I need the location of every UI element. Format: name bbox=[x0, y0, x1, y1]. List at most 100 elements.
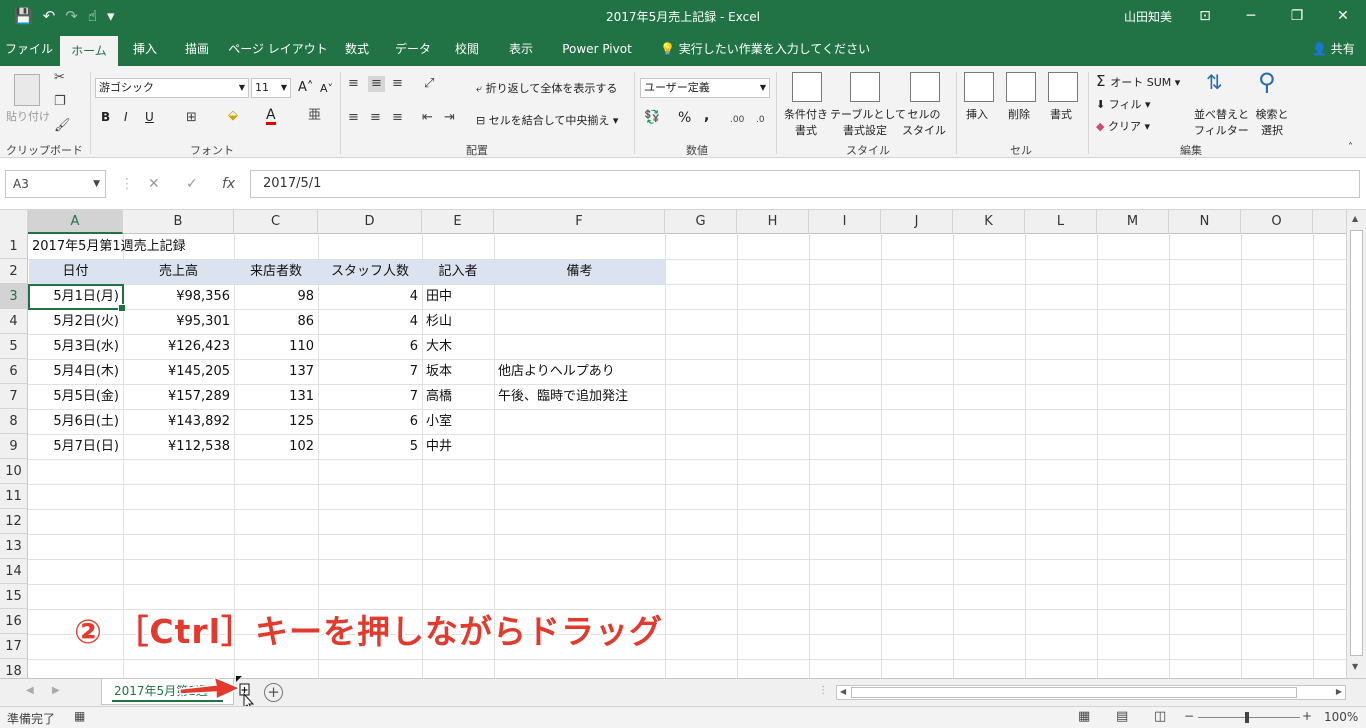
customize-qat-icon[interactable]: ▾ bbox=[107, 6, 115, 26]
minimize-button[interactable]: ─ bbox=[1228, 0, 1274, 32]
magnifier-icon[interactable]: ⚲ bbox=[1258, 68, 1276, 96]
cell-b5[interactable]: ¥126,423 bbox=[123, 334, 234, 359]
cell-c5[interactable]: 110 bbox=[234, 334, 318, 359]
cell-b7[interactable]: ¥157,289 bbox=[123, 384, 234, 409]
cancel-icon[interactable]: ✕ bbox=[148, 176, 160, 192]
cell-c2[interactable]: 来店者数 bbox=[234, 259, 318, 284]
cell-f7[interactable]: 午後、臨時で追加発注 bbox=[494, 384, 665, 409]
percent-button[interactable]: % bbox=[678, 110, 691, 126]
column-header-e[interactable]: E bbox=[422, 210, 494, 234]
insert-function-icon[interactable]: fx bbox=[222, 176, 235, 192]
cell-styles-button[interactable]: セルの スタイル bbox=[898, 106, 950, 138]
row-header-17[interactable]: 17 bbox=[0, 634, 28, 659]
cell-b9[interactable]: ¥112,538 bbox=[123, 434, 234, 459]
delete-cells-icon[interactable] bbox=[1006, 72, 1036, 102]
tab-page-layout[interactable]: ページ レイアウト bbox=[226, 32, 330, 66]
zoom-slider[interactable] bbox=[1198, 717, 1300, 718]
scroll-down-icon[interactable]: ▼ bbox=[1352, 662, 1358, 671]
cell-a2[interactable]: 日付 bbox=[28, 259, 123, 284]
font-size-combo[interactable]: 11 ▼ bbox=[251, 78, 291, 98]
row-header-2[interactable]: 2 bbox=[0, 259, 28, 284]
cell-a9[interactable]: 5月7日(日) bbox=[28, 434, 123, 459]
undo-icon[interactable]: ↶ bbox=[43, 6, 56, 26]
column-header-i[interactable]: I bbox=[809, 210, 881, 234]
share-button[interactable]: 👤 共有 bbox=[1312, 32, 1355, 66]
tab-file[interactable]: ファイル bbox=[0, 32, 58, 66]
font-name-combo[interactable]: 游ゴシック ▼ bbox=[95, 78, 249, 98]
normal-view-icon[interactable]: ▦ bbox=[1078, 709, 1090, 724]
cell-a8[interactable]: 5月6日(土) bbox=[28, 409, 123, 434]
cell-a7[interactable]: 5月5日(金) bbox=[28, 384, 123, 409]
vertical-scroll-thumb[interactable] bbox=[1350, 230, 1363, 656]
cell-b4[interactable]: ¥95,301 bbox=[123, 309, 234, 334]
horizontal-scrollbar[interactable]: ◀ ▶ bbox=[836, 685, 1346, 700]
cell-a6[interactable]: 5月4日(木) bbox=[28, 359, 123, 384]
cell-b8[interactable]: ¥143,892 bbox=[123, 409, 234, 434]
row-header-3[interactable]: 3 bbox=[0, 284, 28, 309]
column-header-k[interactable]: K bbox=[953, 210, 1025, 234]
scroll-up-icon[interactable]: ▲ bbox=[1352, 214, 1358, 223]
cut-icon[interactable]: ✂ bbox=[54, 70, 65, 86]
align-bottom-icon[interactable]: ≡ bbox=[392, 76, 403, 92]
add-sheet-icon[interactable]: + bbox=[264, 683, 283, 702]
formula-input[interactable]: 2017/5/1 bbox=[250, 170, 1360, 198]
row-header-15[interactable]: 15 bbox=[0, 584, 28, 609]
cell-f4[interactable] bbox=[494, 309, 665, 334]
row-header-12[interactable]: 12 bbox=[0, 509, 28, 534]
clear-button[interactable]: ◆ クリア ▾ bbox=[1096, 118, 1150, 134]
cell-styles-icon[interactable] bbox=[910, 72, 940, 102]
column-header-c[interactable]: C bbox=[234, 210, 318, 234]
fill-button[interactable]: ⬇ フィル ▾ bbox=[1096, 96, 1151, 112]
cell-c9[interactable]: 102 bbox=[234, 434, 318, 459]
merge-center-button[interactable]: ⊟ セルを結合して中央揃え ▾ bbox=[476, 112, 618, 128]
row-header-18[interactable]: 18 bbox=[0, 659, 28, 678]
row-header-7[interactable]: 7 bbox=[0, 384, 28, 409]
tab-data[interactable]: データ bbox=[386, 32, 440, 66]
cell-f6[interactable]: 他店よりヘルプあり bbox=[494, 359, 665, 384]
next-sheet-icon[interactable]: ▶ bbox=[52, 685, 60, 696]
format-cells-button[interactable]: 書式 bbox=[1050, 106, 1072, 122]
cell-e4[interactable]: 杉山 bbox=[422, 309, 494, 334]
cell-c8[interactable]: 125 bbox=[234, 409, 318, 434]
column-header-g[interactable]: G bbox=[665, 210, 737, 234]
borders-icon[interactable]: ⊞ bbox=[186, 110, 197, 126]
align-top-icon[interactable]: ≡ bbox=[348, 76, 359, 92]
align-right-icon[interactable]: ≡ bbox=[392, 110, 403, 126]
user-name[interactable]: 山田知美 bbox=[1124, 8, 1172, 25]
zoom-in-button[interactable]: + bbox=[1302, 709, 1312, 723]
copy-icon[interactable]: ❐ bbox=[54, 94, 66, 110]
bold-button[interactable]: B bbox=[101, 110, 110, 124]
zoom-level[interactable]: 100% bbox=[1324, 710, 1358, 724]
column-header-n[interactable]: N bbox=[1169, 210, 1241, 234]
column-header-l[interactable]: L bbox=[1025, 210, 1097, 234]
shrink-font-icon[interactable]: A˅ bbox=[320, 82, 333, 95]
format-painter-icon[interactable]: 🖌 bbox=[54, 118, 71, 134]
autosum-button[interactable]: Σ オート SUM ▾ bbox=[1096, 72, 1180, 90]
splitter-icon[interactable]: ⋮ bbox=[818, 685, 828, 696]
row-header-9[interactable]: 9 bbox=[0, 434, 28, 459]
vertical-scrollbar[interactable]: ▲ ▼ bbox=[1346, 210, 1366, 678]
cell-c4[interactable]: 86 bbox=[234, 309, 318, 334]
column-header-m[interactable]: M bbox=[1097, 210, 1169, 234]
cell-e7[interactable]: 高橋 bbox=[422, 384, 494, 409]
enter-icon[interactable]: ✓ bbox=[186, 176, 198, 192]
restore-button[interactable]: ❐ bbox=[1274, 0, 1320, 32]
align-middle-icon[interactable]: ≡ bbox=[368, 76, 385, 92]
column-header-o[interactable]: O bbox=[1241, 210, 1313, 234]
decrease-decimal-icon[interactable]: .0 bbox=[756, 112, 765, 128]
currency-icon[interactable]: 💱 bbox=[644, 110, 660, 126]
number-format-combo[interactable]: ユーザー定義 ▼ bbox=[640, 78, 770, 98]
cell-c7[interactable]: 131 bbox=[234, 384, 318, 409]
cell-f9[interactable] bbox=[494, 434, 665, 459]
cell-d5[interactable]: 6 bbox=[318, 334, 422, 359]
cell-e8[interactable]: 小室 bbox=[422, 409, 494, 434]
comma-button[interactable]: , bbox=[704, 108, 709, 124]
save-icon[interactable]: 💾 bbox=[14, 6, 33, 26]
active-cell-outline[interactable] bbox=[28, 284, 126, 312]
decrease-indent-icon[interactable]: ⇤ bbox=[422, 110, 433, 126]
insert-cells-icon[interactable] bbox=[964, 72, 994, 102]
fill-color-icon[interactable]: ⬙ bbox=[228, 108, 238, 124]
cell-d7[interactable]: 7 bbox=[318, 384, 422, 409]
zoom-out-button[interactable]: − bbox=[1184, 709, 1194, 723]
cell-b3[interactable]: ¥98,356 bbox=[123, 284, 234, 309]
